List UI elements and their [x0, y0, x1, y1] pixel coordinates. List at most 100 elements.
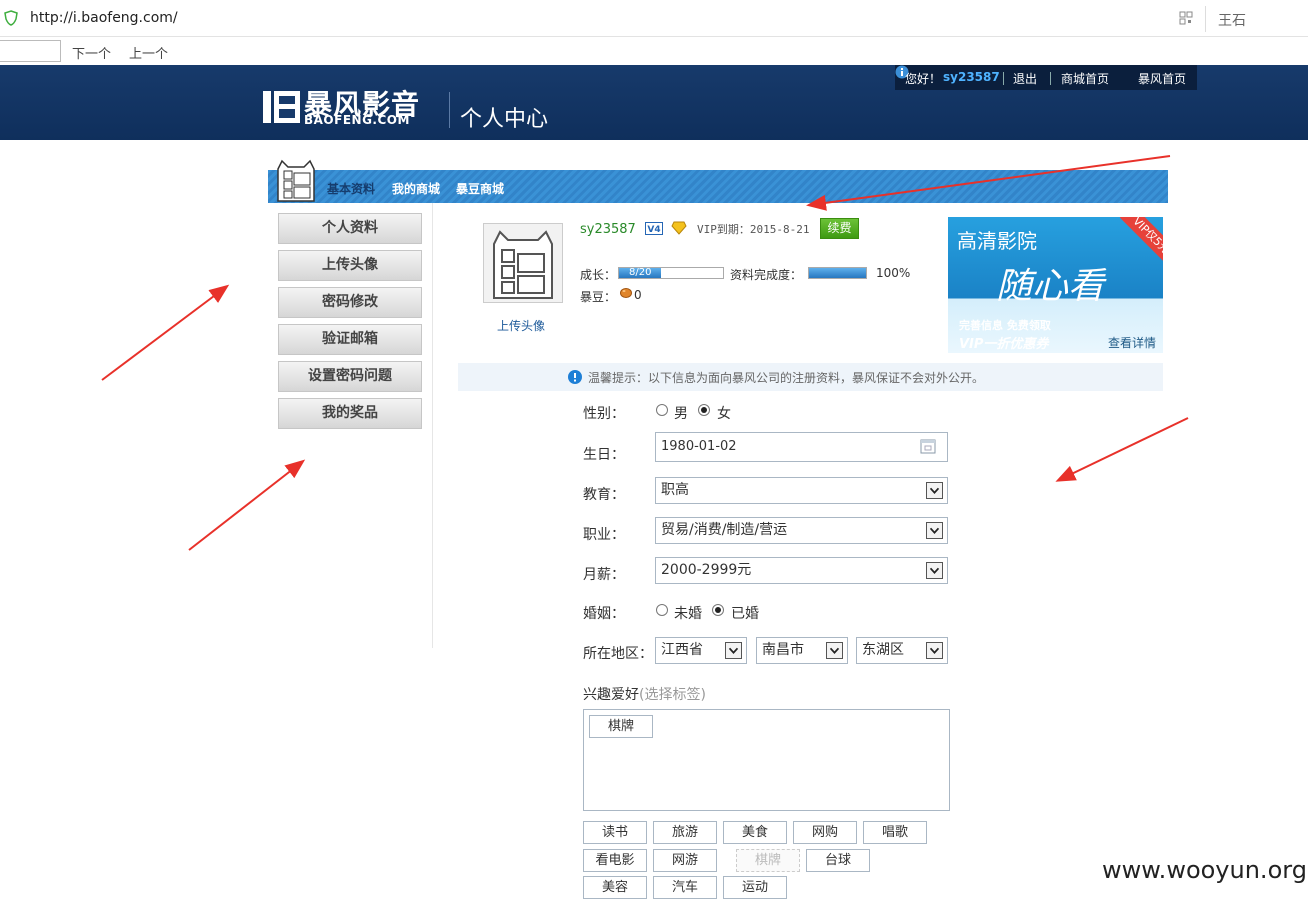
tag-online-games[interactable]: 网游 — [653, 849, 717, 872]
region-label: 所在地区： — [583, 646, 653, 662]
beans-label: 暴豆： — [580, 290, 617, 304]
tag-travel[interactable]: 旅游 — [653, 821, 717, 844]
sidebar-item-upload-avatar[interactable]: 上传头像 — [278, 250, 422, 281]
tag-shopping[interactable]: 网购 — [793, 821, 857, 844]
salary-select[interactable]: 2000-2999元 — [655, 557, 948, 584]
tag-board-games: 棋牌 — [736, 849, 800, 872]
shield-icon — [4, 10, 18, 26]
bean-icon — [620, 288, 632, 298]
gender-male-label: 男 — [674, 406, 688, 422]
education-value: 职高 — [661, 482, 689, 498]
upload-avatar-link[interactable]: 上传头像 — [497, 317, 545, 334]
notice-bar: 温馨提示：以下信息为面向暴风公司的注册资料，暴风保证不会对外公开。 — [458, 363, 1163, 391]
baofeng-home-link[interactable]: 暴风首页 — [1138, 70, 1186, 87]
notice-info-icon — [568, 370, 582, 384]
address-bar: http://i.baofeng.com/ 王石 — [0, 0, 1308, 37]
marriage-single-radio[interactable] — [656, 604, 668, 616]
arrow-to-form — [1055, 417, 1189, 482]
province-select[interactable]: 江西省 — [655, 637, 747, 664]
gender-male-radio[interactable] — [656, 404, 668, 416]
district-select[interactable]: 东湖区 — [856, 637, 948, 664]
selected-tags-area[interactable]: 棋牌 — [583, 709, 950, 811]
username-link[interactable]: sy23587 — [943, 70, 1000, 84]
sidebar-item-profile[interactable]: 个人资料 — [278, 213, 422, 244]
completeness-value: 100% — [876, 266, 911, 280]
baofeng-logo[interactable]: 暴风影音 BAOFENG.COM — [262, 87, 437, 129]
addr-divider — [1205, 6, 1206, 32]
find-next-button[interactable]: 下一个 — [72, 43, 111, 62]
banner-more-link[interactable]: 查看详情 — [1108, 334, 1156, 351]
renew-button[interactable]: 续费 — [820, 218, 859, 239]
arrow-to-sidebar-bottom — [188, 459, 306, 551]
tab-bean-mall[interactable]: 暴豆商城 — [456, 180, 504, 197]
sidebar-divider — [432, 203, 433, 648]
tab-my-mall[interactable]: 我的商城 — [392, 180, 440, 197]
tag-beauty[interactable]: 美容 — [583, 876, 647, 899]
tag-sports[interactable]: 运动 — [723, 876, 787, 899]
mascot-icon — [277, 159, 315, 202]
vip-badge-text: V4 — [647, 225, 660, 235]
vip-level-badge-icon: V4 — [645, 222, 663, 235]
tag-food[interactable]: 美食 — [723, 821, 787, 844]
avatar-placeholder-icon — [493, 230, 553, 299]
tab-basic-info[interactable]: 基本资料 — [327, 180, 375, 197]
marriage-married-radio[interactable] — [712, 604, 724, 616]
vip-expire-date: VIP到期：2015-8-21 — [697, 223, 810, 236]
completeness-progress-fill — [809, 268, 866, 278]
banner-line-1: 完善信息 免费领取 — [959, 319, 1051, 332]
mall-home-link[interactable]: 商城首页 — [1061, 70, 1109, 87]
gender-female-radio[interactable] — [698, 404, 710, 416]
gender-label: 性别： — [583, 406, 625, 422]
selected-tag[interactable]: 棋牌 — [589, 715, 653, 738]
beans-value: 0 — [634, 288, 642, 302]
vip-promo-banner[interactable]: 高清影院 随心看 VIP仅5元 完善信息 免费领取 VIP一折优惠券 查看详情 — [948, 217, 1163, 353]
calendar-icon[interactable] — [920, 438, 936, 454]
sidebar-item-my-prizes[interactable]: 我的奖品 — [278, 398, 422, 429]
city-select[interactable]: 南昌市 — [756, 637, 848, 664]
find-input[interactable] — [0, 40, 61, 62]
tag-singing[interactable]: 唱歌 — [863, 821, 927, 844]
hobby-hint: (选择标签) — [639, 687, 706, 703]
job-value: 贸易/消费/制造/营运 — [661, 522, 788, 538]
tag-reading[interactable]: 读书 — [583, 821, 647, 844]
education-select[interactable]: 职高 — [655, 477, 948, 504]
greeting: 您好！ — [905, 72, 942, 86]
birthday-input[interactable]: 1980-01-02 — [655, 432, 948, 462]
find-bar: 下一个 上一个 — [0, 37, 1308, 65]
hobby-label: 兴趣爱好(选择标签) — [583, 684, 706, 704]
completeness-progress-bar — [808, 267, 867, 279]
chevron-down-icon — [926, 522, 943, 539]
sidebar-item-security-question[interactable]: 设置密码问题 — [278, 361, 422, 392]
salary-value: 2000-2999元 — [661, 562, 752, 578]
chevron-down-icon — [926, 482, 943, 499]
profile-username: sy23587 — [580, 222, 636, 237]
diamond-icon — [671, 221, 687, 235]
qr-code-icon[interactable] — [1179, 11, 1193, 25]
salary-label: 月薪： — [583, 567, 625, 583]
marriage-label: 婚姻： — [583, 606, 625, 622]
banner-line-2: VIP一折优惠券 — [959, 337, 1049, 352]
completeness-label: 资料完成度： — [730, 268, 803, 282]
sidebar-item-verify-email[interactable]: 验证邮箱 — [278, 324, 422, 355]
banner-title: 高清影院 — [957, 229, 1037, 253]
logo-en-text: BAOFENG.COM — [304, 113, 410, 127]
job-select[interactable]: 贸易/消费/制造/营运 — [655, 517, 948, 544]
tag-billiards[interactable]: 台球 — [806, 849, 870, 872]
marriage-single-label: 未婚 — [674, 606, 702, 622]
find-prev-button[interactable]: 上一个 — [129, 43, 168, 62]
tag-movies[interactable]: 看电影 — [583, 849, 647, 872]
growth-progress-text: 8/20 — [629, 267, 652, 278]
birthday-label: 生日： — [583, 447, 625, 463]
sidebar-item-change-password[interactable]: 密码修改 — [278, 287, 422, 318]
chevron-down-icon — [926, 562, 943, 579]
logout-link[interactable]: 退出 — [1013, 70, 1037, 87]
arrow-to-sidebar — [101, 284, 230, 381]
url-text[interactable]: http://i.baofeng.com/ — [30, 10, 178, 26]
site-header: 暴风影音 BAOFENG.COM 个人中心 您好！ sy23587 退出 商城首… — [0, 65, 1308, 140]
education-label: 教育： — [583, 487, 625, 503]
avatar[interactable] — [483, 223, 563, 303]
browser-user[interactable]: 王石 — [1218, 10, 1246, 30]
chevron-down-icon — [826, 642, 843, 659]
tag-cars[interactable]: 汽车 — [653, 876, 717, 899]
marriage-married-label: 已婚 — [731, 606, 759, 622]
